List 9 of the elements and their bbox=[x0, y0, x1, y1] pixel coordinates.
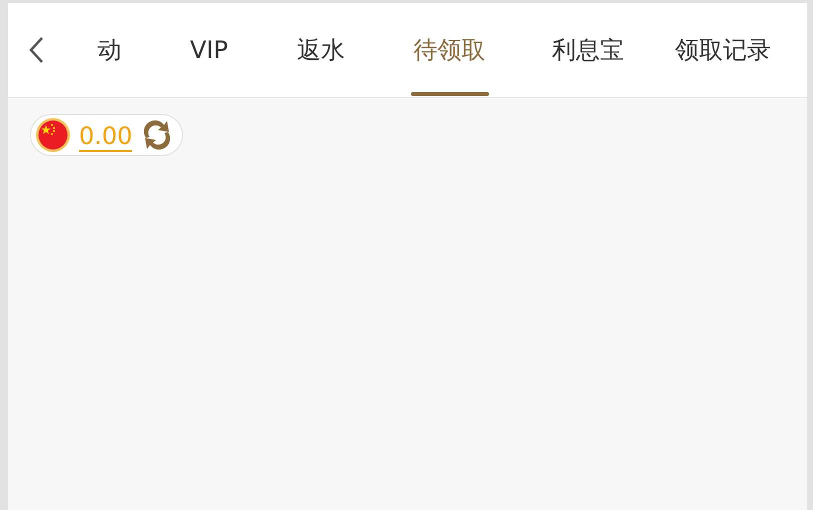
back-icon bbox=[28, 36, 44, 64]
tab[interactable]: 返水 bbox=[271, 3, 371, 97]
tab[interactable]: 动 bbox=[72, 3, 147, 97]
tab[interactable]: 待领取 bbox=[371, 3, 528, 97]
tab[interactable]: 利息宝 bbox=[528, 3, 648, 97]
flag-icon bbox=[35, 117, 71, 153]
tab[interactable]: 领取记录 bbox=[648, 3, 798, 97]
balance-amount: 0.00 bbox=[79, 122, 132, 152]
tab[interactable]: VIP bbox=[147, 3, 271, 97]
